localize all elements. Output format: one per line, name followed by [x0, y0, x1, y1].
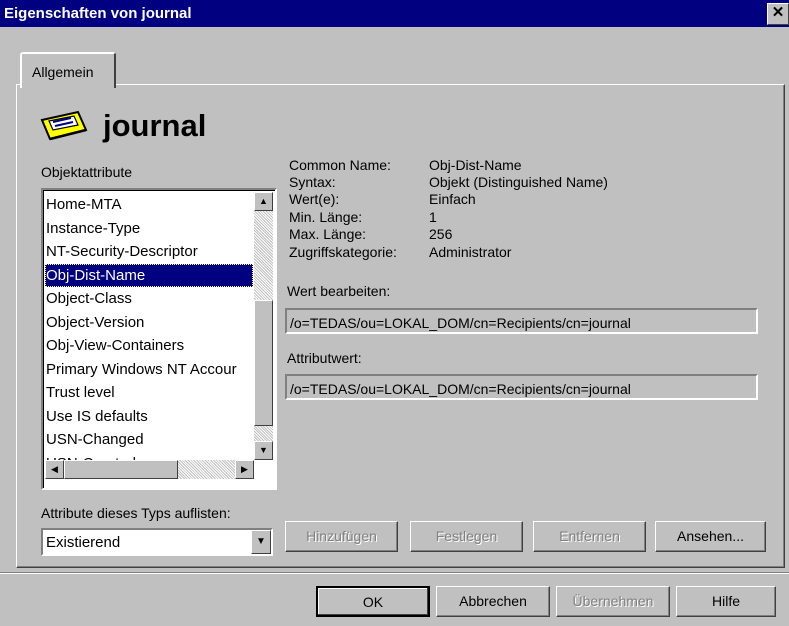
tab-general[interactable]: Allgemein [20, 52, 116, 88]
attributes-label: Objektattribute [41, 164, 132, 180]
tab-general-label: Allgemein [32, 64, 94, 80]
vertical-scroll-thumb[interactable] [254, 300, 273, 426]
edit-value-field[interactable]: /o=TEDAS/ou=LOKAL_DOM/cn=Recipients/cn=j… [285, 308, 758, 334]
list-type-dropdown[interactable]: Existierend ▼ [41, 528, 273, 556]
mailbox-recipient-icon [40, 110, 88, 141]
list-item-selected[interactable]: Obj-Dist-Name [45, 263, 253, 287]
apply-button[interactable]: Übernehmen [556, 586, 670, 617]
common-name-value: Obj-Dist-Name [429, 157, 522, 173]
scroll-right-button[interactable]: ▶ [235, 460, 254, 479]
values-label: Wert(e): [289, 191, 340, 207]
access-category-value: Administrator [429, 244, 512, 260]
edit-value-label: Wert bearbeiten: [287, 283, 391, 299]
list-type-selected: Existierend [46, 534, 121, 551]
horizontal-scrollbar[interactable]: ◀ ▶ [45, 460, 254, 479]
remove-button[interactable]: Entfernen [533, 521, 646, 552]
attribute-value-field: /o=TEDAS/ou=LOKAL_DOM/cn=Recipients/cn=j… [285, 374, 758, 400]
list-item[interactable]: Use IS defaults [45, 405, 253, 429]
help-button[interactable]: Hilfe [676, 586, 776, 617]
list-item[interactable]: Primary Windows NT Accour [45, 358, 253, 382]
add-button[interactable]: Hinzufügen [285, 521, 398, 552]
list-item[interactable]: Obj-View-Containers [45, 334, 253, 358]
view-button[interactable]: Ansehen... [655, 521, 766, 552]
properties-dialog: Eigenschaften von journal ✕ Allgemein jo… [0, 0, 789, 626]
vertical-scrollbar[interactable]: ▲ ▼ [254, 192, 273, 460]
ok-button[interactable]: OK [316, 586, 430, 617]
attribute-value-label: Attributwert: [287, 350, 362, 366]
max-length-label: Max. Länge: [289, 226, 367, 242]
set-button[interactable]: Festlegen [410, 521, 523, 552]
list-item[interactable]: Object-Class [45, 287, 253, 311]
scroll-down-button[interactable]: ▼ [254, 441, 273, 460]
scroll-up-button[interactable]: ▲ [254, 192, 273, 211]
separator [0, 572, 789, 574]
values-value: Einfach [429, 191, 476, 207]
list-item[interactable]: Home-MTA [45, 193, 253, 217]
list-item[interactable]: NT-Security-Descriptor [45, 240, 253, 264]
syntax-value: Objekt (Distinguished Name) [429, 174, 608, 190]
list-type-label: Attribute dieses Typs auflisten: [41, 505, 231, 521]
chevron-down-icon[interactable]: ▼ [251, 530, 271, 554]
window-title: Eigenschaften von journal [4, 5, 192, 22]
list-item[interactable]: Trust level [45, 381, 253, 405]
scroll-left-button[interactable]: ◀ [45, 460, 64, 479]
list-item[interactable]: USN-Changed [45, 428, 253, 452]
object-title: journal [103, 108, 207, 143]
min-length-label: Min. Länge: [289, 209, 363, 225]
list-item[interactable]: Object-Version [45, 311, 253, 335]
title-bar: Eigenschaften von journal ✕ [0, 0, 789, 27]
close-button[interactable]: ✕ [767, 3, 789, 25]
list-item[interactable]: Instance-Type [45, 217, 253, 241]
horizontal-scroll-thumb[interactable] [64, 460, 178, 479]
attributes-list: Home-MTA Instance-Type NT-Security-Descr… [45, 193, 253, 475]
attributes-listbox[interactable]: Home-MTA Instance-Type NT-Security-Descr… [41, 188, 277, 490]
min-length-value: 1 [429, 209, 437, 225]
max-length-value: 256 [429, 226, 453, 242]
syntax-label: Syntax: [289, 174, 336, 190]
access-category-label: Zugriffskategorie: [289, 244, 397, 260]
cancel-button[interactable]: Abbrechen [436, 586, 550, 617]
attributes-label-text: Objektattribute [41, 164, 133, 180]
common-name-label: Common Name: [289, 157, 391, 173]
